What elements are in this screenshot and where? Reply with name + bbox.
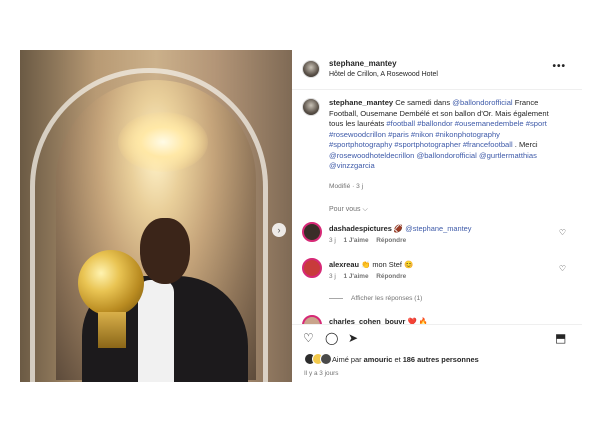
comment-meta: 3 j 1 J'aime Répondre (329, 237, 412, 244)
comment-bubble-icon[interactable]: ◯ (325, 331, 338, 345)
comment-likes[interactable]: 1 J'aime (344, 237, 369, 244)
view-replies-button[interactable]: Afficher les réponses (1) (329, 295, 422, 302)
comment-body: mon Stef 😊 (372, 260, 414, 269)
view-replies-label[interactable]: Afficher les réponses (1) (351, 295, 422, 302)
share-send-icon[interactable]: ➤ (348, 331, 358, 345)
comment-mention[interactable]: @stephane_mantey (405, 224, 471, 233)
post-location[interactable]: Hôtel de Crillon, A Rosewood Hotel (329, 71, 438, 78)
likes-summary: Aimé par amouric et 186 autres personnes (332, 355, 479, 364)
liker-avatar (320, 353, 332, 365)
likes-prefix: Aimé par (332, 355, 364, 364)
commenter-avatar[interactable] (302, 258, 322, 278)
comment-reply-button[interactable]: Répondre (376, 237, 406, 244)
more-options-icon[interactable]: ••• (552, 61, 566, 72)
caption-author-avatar[interactable] (302, 98, 320, 116)
likes-suffix: et (392, 355, 403, 364)
caption-text-1: Ce samedi dans (395, 98, 453, 107)
comment-text: dashadespictures 🏈 @stephane_mantey (329, 224, 471, 233)
caption-mention-1[interactable]: @ballondorofficial (452, 98, 512, 107)
ballon-dor-trophy (78, 250, 144, 316)
photo-chandelier (118, 112, 208, 172)
caption-mention-2[interactable]: @rosewoodhoteldecrillon @ballondoroffici… (329, 151, 537, 171)
post-photo[interactable]: › (20, 50, 292, 382)
comment-age: 3 j (329, 273, 336, 280)
comment-emoji: 👏 (361, 260, 371, 269)
caption-text-3: . Merci (512, 140, 538, 149)
commenter-avatar[interactable] (302, 222, 322, 242)
post-detail-pane: stephane_mantey Hôtel de Crillon, A Rose… (292, 50, 582, 382)
commenter-username[interactable]: alexreau (329, 260, 359, 269)
comment-meta: 3 j 1 J'aime Répondre (329, 273, 412, 280)
ballon-dor-trophy-base (98, 312, 126, 348)
post-actions-bar: ♡ ◯ ➤ ⬒ Aimé par amouric et 186 autres p… (292, 324, 582, 382)
comment-text: alexreau 👏 mon Stef 😊 (329, 260, 413, 269)
comment-likes[interactable]: 1 J'aime (344, 273, 369, 280)
comment-age: 3 j (329, 237, 336, 244)
comments-filter-dropdown[interactable]: Pour vous ⌵ (329, 206, 368, 214)
post-header: stephane_mantey Hôtel de Crillon, A Rose… (292, 50, 582, 90)
photo-person-shirt (138, 280, 174, 382)
post-time-ago: Il y a 3 jours (304, 370, 339, 377)
save-bookmark-icon[interactable]: ⬒ (555, 331, 566, 345)
replies-divider-line (329, 297, 343, 299)
caption-username[interactable]: stephane_mantey (329, 98, 393, 107)
comment-reply-button[interactable]: Répondre (376, 273, 406, 280)
comment-emoji: 🏈 (393, 224, 404, 233)
likes-others-link[interactable]: 186 autres personnes (403, 355, 479, 364)
liker-username[interactable]: amouric (364, 355, 393, 364)
photo-person-head (140, 218, 190, 284)
post-caption: stephane_mantey Ce samedi dans @ballondo… (329, 98, 559, 172)
like-heart-icon[interactable]: ♡ (303, 331, 314, 345)
comment-item: alexreau 👏 mon Stef 😊 3 j 1 J'aime Répon… (292, 258, 582, 292)
next-photo-icon[interactable]: › (272, 223, 286, 237)
comment-item: dashadespictures 🏈 @stephane_mantey 3 j … (292, 222, 582, 256)
commenter-username[interactable]: dashadespictures (329, 224, 392, 233)
caption-edited-time: Modifié · 3 j (329, 183, 364, 190)
comment-like-heart-icon[interactable]: ♡ (559, 228, 566, 237)
comment-like-heart-icon[interactable]: ♡ (559, 264, 566, 273)
author-username[interactable]: stephane_mantey (329, 59, 397, 68)
author-avatar[interactable] (302, 60, 320, 78)
